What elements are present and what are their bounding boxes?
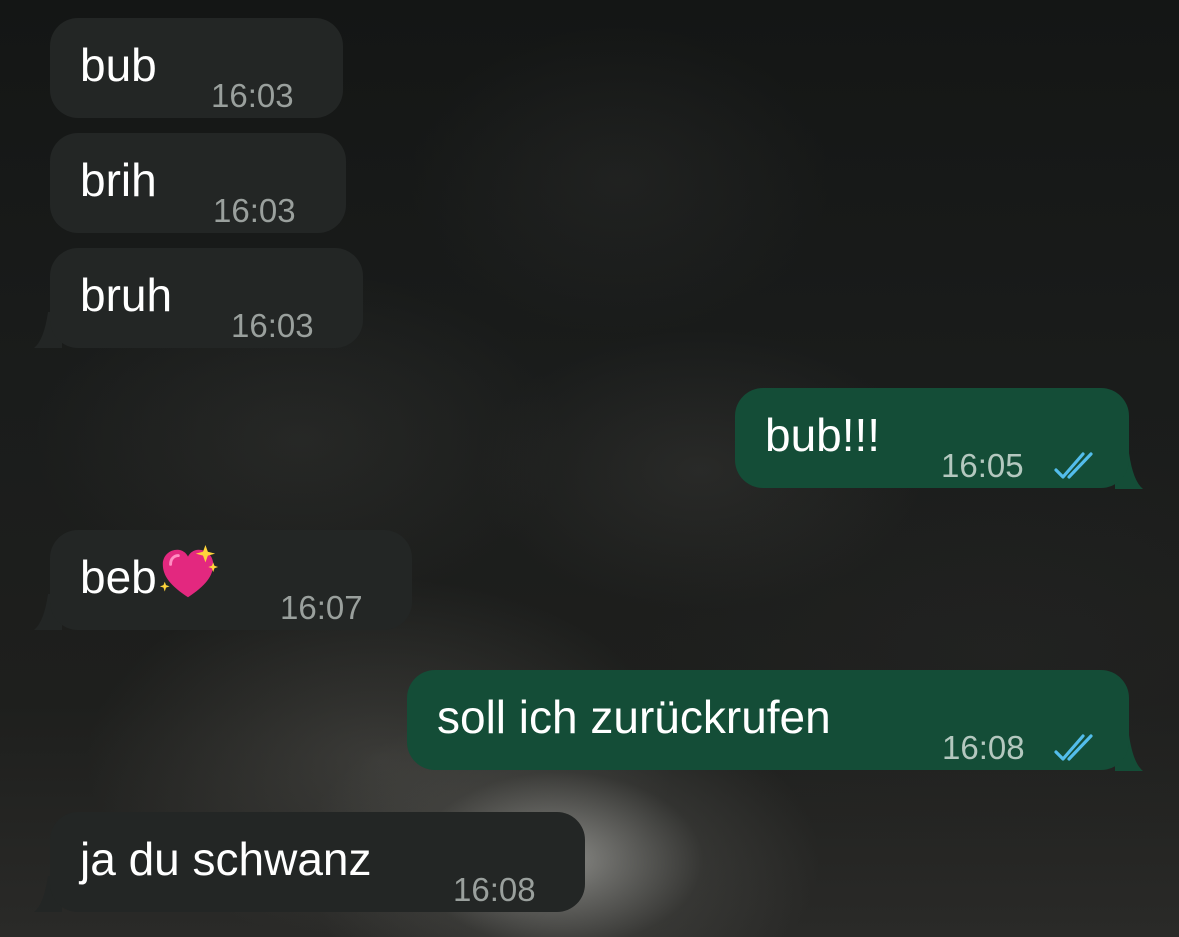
message-bubble-incoming[interactable]: ja du schwanz 16:08: [50, 812, 585, 912]
message-timestamp: 16:05: [941, 447, 1024, 484]
message-text: brih: [80, 154, 157, 206]
message-bubble-incoming[interactable]: bub 16:03: [50, 18, 343, 118]
message-timestamp: 16:07: [280, 589, 363, 626]
message-text: bruh: [80, 269, 173, 321]
message-bubble-incoming[interactable]: brih 16:03: [50, 133, 346, 233]
message-text: bub!!!: [765, 409, 881, 461]
message-text: beb: [80, 551, 157, 603]
message-timestamp: 16:03: [231, 307, 314, 344]
read-receipt-double-check-icon: [1054, 452, 1093, 479]
message-text: soll ich zurückrufen: [437, 691, 831, 743]
sparkling-heart-emoji-icon: [159, 544, 218, 598]
message-bubble-incoming[interactable]: bruh 16:03: [50, 248, 363, 348]
read-receipt-double-check-icon: [1054, 734, 1093, 761]
message-text-wrapper: beb: [80, 544, 219, 605]
message-bubble-outgoing[interactable]: bub!!! 16:05: [735, 388, 1129, 488]
message-timestamp: 16:08: [942, 729, 1025, 766]
message-timestamp: 16:03: [213, 192, 296, 229]
message-timestamp: 16:08: [453, 871, 536, 908]
message-bubble-outgoing[interactable]: soll ich zurückrufen 16:08: [407, 670, 1129, 770]
message-bubble-incoming[interactable]: beb 16:07: [50, 530, 412, 630]
message-text: bub: [80, 39, 157, 91]
message-timestamp: 16:03: [211, 77, 294, 114]
message-text: ja du schwanz: [80, 833, 372, 885]
